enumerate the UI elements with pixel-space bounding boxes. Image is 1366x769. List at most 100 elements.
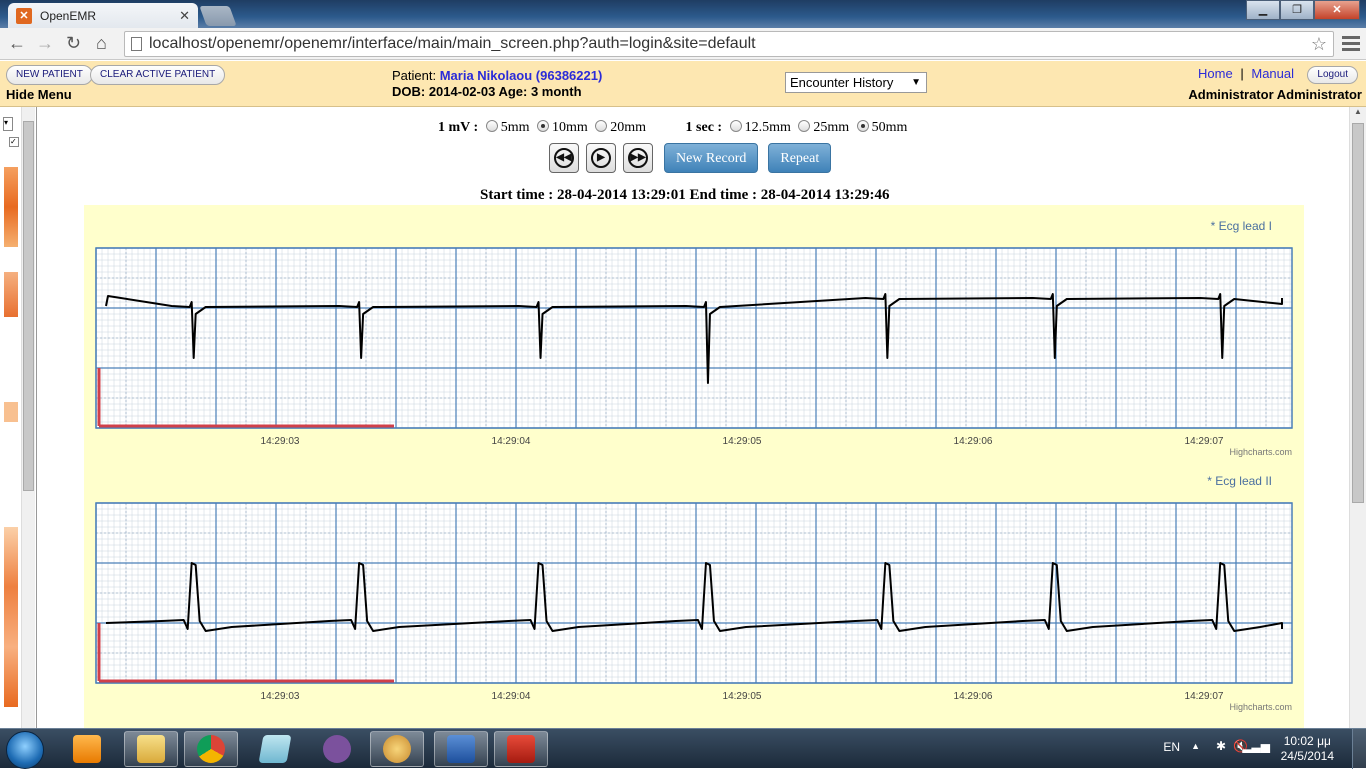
- tab-close-icon[interactable]: ✕: [179, 8, 190, 24]
- patient-dob: DOB: 2014-02-03 Age: 3 month: [392, 84, 582, 99]
- home-link[interactable]: Home: [1198, 66, 1233, 81]
- mv-radio-20mm[interactable]: [595, 120, 608, 132]
- taskbar-media-player[interactable]: [60, 731, 114, 767]
- x-tick-label: 14:29:06: [954, 691, 993, 702]
- openemr-favicon-icon: ✕: [16, 7, 32, 24]
- reload-icon[interactable]: ↻: [66, 33, 81, 54]
- language-indicator[interactable]: EN: [1163, 740, 1180, 754]
- highcharts-credit[interactable]: Highcharts.com: [1229, 447, 1292, 457]
- windows-taskbar: EN ▲ ✱ 🔇 ▂▃▅ 10:02 μμ 24/5/2014: [0, 728, 1366, 769]
- nav-strip: [4, 272, 18, 317]
- browser-toolbar: ← → ↻ ⌂ localhost/openemr/openemr/interf…: [0, 28, 1366, 60]
- taskbar-explorer[interactable]: [124, 731, 178, 767]
- repeat-button[interactable]: Repeat: [768, 143, 832, 173]
- taskbar-acrobat[interactable]: [494, 731, 548, 767]
- logout-button[interactable]: Logout: [1307, 66, 1358, 84]
- left-scroll-thumb[interactable]: [23, 121, 34, 491]
- play-button[interactable]: ▶: [586, 143, 616, 173]
- ecg-chart-svg: * Ecg lead II 14:29:03 14:29:04 14:29:05 14:…: [95, 474, 1293, 712]
- mv-option-label: 20mm: [610, 120, 647, 135]
- patient-info: Patient: Maria Nikolaou (96386221): [392, 68, 602, 83]
- chrome-menu-icon[interactable]: [1342, 33, 1360, 53]
- sec-radio-25mm[interactable]: [798, 120, 811, 132]
- word-icon: [447, 735, 475, 763]
- home-icon[interactable]: ⌂: [96, 33, 107, 54]
- sec-option-label: 50mm: [871, 120, 908, 135]
- taskbar-viber[interactable]: [310, 731, 364, 767]
- scroll-up-icon[interactable]: ▲: [1350, 107, 1366, 116]
- playback-controls: ◀◀ ▶ ▶▶ New Record Repeat: [549, 143, 832, 173]
- start-button[interactable]: [6, 731, 44, 769]
- url-text[interactable]: localhost/openemr/openemr/interface/main…: [149, 35, 756, 52]
- ecg-chart-svg: * Ecg lead I 14:29:03 14:29:04 14:29:05 14:2…: [95, 219, 1293, 457]
- media-player-icon: [73, 735, 101, 763]
- x-tick-label: 14:29:05: [723, 436, 762, 447]
- sec-option-label: 25mm: [813, 120, 850, 135]
- main-scrollbar[interactable]: ▲: [1349, 107, 1366, 728]
- patient-label: Patient:: [392, 68, 437, 83]
- sec-radio-50mm[interactable]: [856, 120, 869, 132]
- user-name: Administrator Administrator: [1188, 87, 1362, 102]
- chart-legend[interactable]: * Ecg lead II: [1207, 474, 1272, 488]
- nav-select[interactable]: ▾: [3, 117, 13, 131]
- fast-forward-icon: ▶▶: [628, 148, 648, 168]
- dropdown-arrow-icon: ▼: [911, 77, 921, 88]
- highcharts-credit[interactable]: Highcharts.com: [1229, 702, 1292, 712]
- x-tick-label: 14:29:03: [261, 436, 300, 447]
- paint-icon: [383, 735, 411, 763]
- taskbar-chrome[interactable]: [184, 731, 238, 767]
- sec-radio-12-5mm[interactable]: [729, 120, 742, 132]
- mv-label: 1 mV :: [438, 120, 479, 135]
- browser-tab[interactable]: ✕ OpenEMR ✕: [8, 3, 198, 28]
- ecg-chart-lead-1: * Ecg lead I 14:29:03 14:29:04 14:29:05 14:2…: [84, 205, 1304, 460]
- mv-option-label: 10mm: [551, 120, 588, 135]
- chart-legend[interactable]: * Ecg lead I: [1211, 219, 1272, 233]
- encounter-history-select[interactable]: Encounter History ▼: [785, 72, 927, 93]
- address-bar[interactable]: localhost/openemr/openemr/interface/main…: [124, 31, 1334, 57]
- bookmark-star-icon[interactable]: ☆: [1311, 32, 1327, 56]
- ecg-chart-lead-2: * Ecg lead II 14:29:03 14:29:04 14:29:05 14:…: [84, 460, 1304, 728]
- main-scroll-thumb[interactable]: [1352, 123, 1364, 503]
- clear-active-patient-button[interactable]: CLEAR ACTIVE PATIENT: [90, 65, 226, 85]
- network-share-icon[interactable]: ✱: [1216, 739, 1226, 753]
- sec-option-label: 12.5mm: [744, 120, 791, 135]
- forward-arrow-icon[interactable]: →: [36, 33, 54, 54]
- taskbar-notes[interactable]: [248, 731, 302, 767]
- clock-time: 10:02 μμ: [1283, 734, 1331, 748]
- nav-strip: [4, 167, 18, 247]
- rewind-icon: ◀◀: [554, 148, 574, 168]
- patient-name-link[interactable]: Maria Nikolaou (96386221): [440, 68, 603, 83]
- encounter-select-value: Encounter History: [790, 75, 894, 90]
- top-links: Home | Manual: [1198, 66, 1294, 81]
- fast-forward-button[interactable]: ▶▶: [623, 143, 653, 173]
- nav-checkbox[interactable]: ✓: [9, 137, 19, 147]
- left-scrollbar[interactable]: [21, 107, 35, 728]
- show-desktop-button[interactable]: [1352, 729, 1366, 769]
- signal-bars-icon[interactable]: ▂▃▅: [1242, 739, 1270, 753]
- mv-radio-5mm[interactable]: [485, 120, 498, 132]
- play-icon: ▶: [591, 148, 611, 168]
- maximize-icon[interactable]: ❐: [1280, 0, 1314, 20]
- hide-menu-link[interactable]: Hide Menu: [6, 87, 72, 102]
- taskbar-paint[interactable]: [370, 731, 424, 767]
- minimize-icon[interactable]: ▁: [1246, 0, 1280, 20]
- link-separator: |: [1240, 66, 1244, 81]
- new-tab-button[interactable]: [199, 6, 237, 26]
- new-record-button[interactable]: New Record: [664, 143, 759, 173]
- x-tick-label: 14:29:03: [261, 691, 300, 702]
- chrome-icon: [197, 735, 225, 763]
- window-close-icon[interactable]: ✕: [1314, 0, 1360, 20]
- manual-link[interactable]: Manual: [1251, 66, 1294, 81]
- new-patient-button[interactable]: NEW PATIENT: [6, 65, 93, 85]
- tray-expand-icon[interactable]: ▲: [1191, 741, 1200, 751]
- back-arrow-icon[interactable]: ←: [8, 33, 26, 54]
- x-tick-label: 14:29:05: [723, 691, 762, 702]
- acrobat-icon: [507, 735, 535, 763]
- viber-icon: [323, 735, 351, 763]
- rewind-button[interactable]: ◀◀: [549, 143, 579, 173]
- taskbar-word[interactable]: [434, 731, 488, 767]
- clock[interactable]: 10:02 μμ 24/5/2014: [1281, 734, 1334, 764]
- page-icon: [131, 37, 142, 51]
- mv-radio-10mm[interactable]: [536, 120, 549, 132]
- folder-icon: [137, 735, 165, 763]
